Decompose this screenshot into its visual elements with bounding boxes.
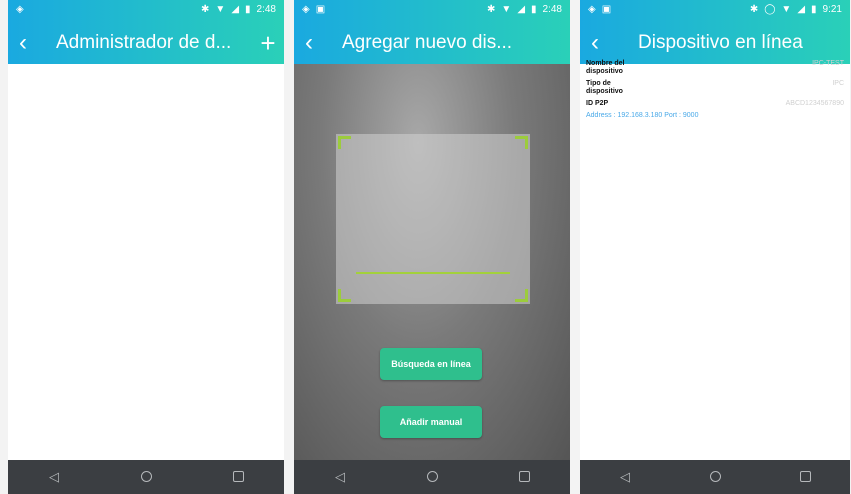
nav-recents-icon[interactable]	[218, 470, 258, 485]
back-arrow-icon[interactable]: ‹	[580, 26, 610, 60]
nav-home-icon[interactable]	[412, 470, 452, 485]
online-search-button[interactable]: Búsqueda en línea	[380, 348, 482, 380]
status-bar: ◈ ▣ ✱ ▼ ◢ ▮ 2:48	[294, 0, 570, 18]
nav-back-icon[interactable]: ◁	[605, 469, 645, 485]
app-bar: ◈ ▣ ✱ ▼ ◢ ▮ 2:48 ‹ Agregar nuevo dis...	[294, 0, 570, 64]
wifi-icon: ▼	[215, 3, 226, 15]
system-nav-bar: ◁	[580, 460, 850, 494]
app-notification-icon: ◈	[302, 3, 310, 15]
status-time: 2:48	[256, 3, 276, 15]
plus-icon[interactable]: +	[252, 26, 284, 60]
p2p-value: ABCD1234567890	[785, 100, 844, 107]
phone-screen-online-device: ◈ ▣ ✱ ◯ ▼ ◢ ▮ 9:21 ‹ Dispositivo en líne…	[580, 0, 850, 494]
wifi-icon: ▼	[781, 3, 792, 15]
bluetooth-icon: ✱	[201, 3, 210, 15]
device-name-label: Nombre del dispositivo	[586, 60, 625, 75]
detail-row-device-type: Tipo de dispositivo IPC	[586, 80, 844, 96]
sync-icon: ◯	[764, 3, 776, 15]
scan-corner-icon	[338, 136, 351, 149]
page-title: Dispositivo en línea	[638, 32, 803, 53]
detail-row-p2p: ID P2P ABCD1234567890	[586, 100, 844, 108]
signal-icon: ◢	[231, 3, 240, 15]
bluetooth-icon: ✱	[487, 3, 496, 15]
status-bar: ◈ ▣ ✱ ◯ ▼ ◢ ▮ 9:21	[580, 0, 850, 18]
device-name-value: IPC-TEST	[812, 60, 844, 67]
bluetooth-icon: ✱	[749, 3, 759, 15]
image-notification-icon: ▣	[315, 3, 326, 15]
status-bar: ◈ ✱ ▼ ◢ ▮ 2:48	[8, 0, 284, 18]
system-nav-bar: ◁	[294, 460, 570, 494]
qr-scan-frame	[336, 134, 530, 304]
detail-row-device-name: Nombre del dispositivo IPC-TEST	[586, 60, 844, 76]
device-type-label: Tipo de dispositivo	[586, 80, 623, 95]
page-title: Agregar nuevo dis...	[342, 32, 513, 53]
back-arrow-icon[interactable]: ‹	[294, 26, 324, 60]
phone-screen-device-manager: ◈ ✱ ▼ ◢ ▮ 2:48 ‹ Administrador de d... +…	[8, 0, 284, 494]
scan-corner-icon	[338, 289, 351, 302]
nav-recents-icon[interactable]	[785, 470, 825, 485]
image-notification-icon: ▣	[601, 3, 612, 15]
app-bar: ◈ ✱ ▼ ◢ ▮ 2:48 ‹ Administrador de d... +	[8, 0, 284, 64]
page-title: Administrador de d...	[56, 32, 232, 53]
manual-add-button[interactable]: Añadir manual	[380, 406, 482, 438]
nav-back-icon[interactable]: ◁	[320, 469, 360, 485]
device-type-value: IPC	[832, 80, 844, 87]
battery-icon: ▮	[245, 3, 251, 15]
signal-icon: ◢	[797, 3, 806, 15]
scan-corner-icon	[515, 289, 528, 302]
nav-recents-icon[interactable]	[504, 470, 544, 485]
p2p-label: ID P2P	[586, 100, 609, 107]
app-bar: ◈ ▣ ✱ ◯ ▼ ◢ ▮ 9:21 ‹ Dispositivo en líne…	[580, 0, 850, 64]
nav-home-icon[interactable]	[695, 470, 735, 485]
app-notification-icon: ◈	[588, 3, 596, 15]
scan-line	[356, 272, 510, 274]
system-nav-bar: ◁	[8, 460, 284, 494]
battery-icon: ▮	[811, 3, 817, 15]
nav-home-icon[interactable]	[126, 470, 166, 485]
device-details: Nombre del dispositivo IPC-TEST Tipo de …	[586, 60, 844, 119]
back-arrow-icon[interactable]: ‹	[8, 26, 38, 60]
camera-preview: Búsqueda en línea Añadir manual	[294, 64, 570, 460]
scan-corner-icon	[515, 136, 528, 149]
signal-icon: ◢	[517, 3, 526, 15]
app-notification-icon: ◈	[16, 3, 24, 15]
status-time: 2:48	[542, 3, 562, 15]
wifi-icon: ▼	[501, 3, 512, 15]
battery-icon: ▮	[531, 3, 537, 15]
device-address-link[interactable]: Address : 192.168.3.180 Port : 9000	[586, 112, 844, 119]
nav-back-icon[interactable]: ◁	[34, 469, 74, 485]
phone-screen-add-device: ◈ ▣ ✱ ▼ ◢ ▮ 2:48 ‹ Agregar nuevo dis... …	[294, 0, 570, 494]
status-time: 9:21	[822, 3, 842, 15]
